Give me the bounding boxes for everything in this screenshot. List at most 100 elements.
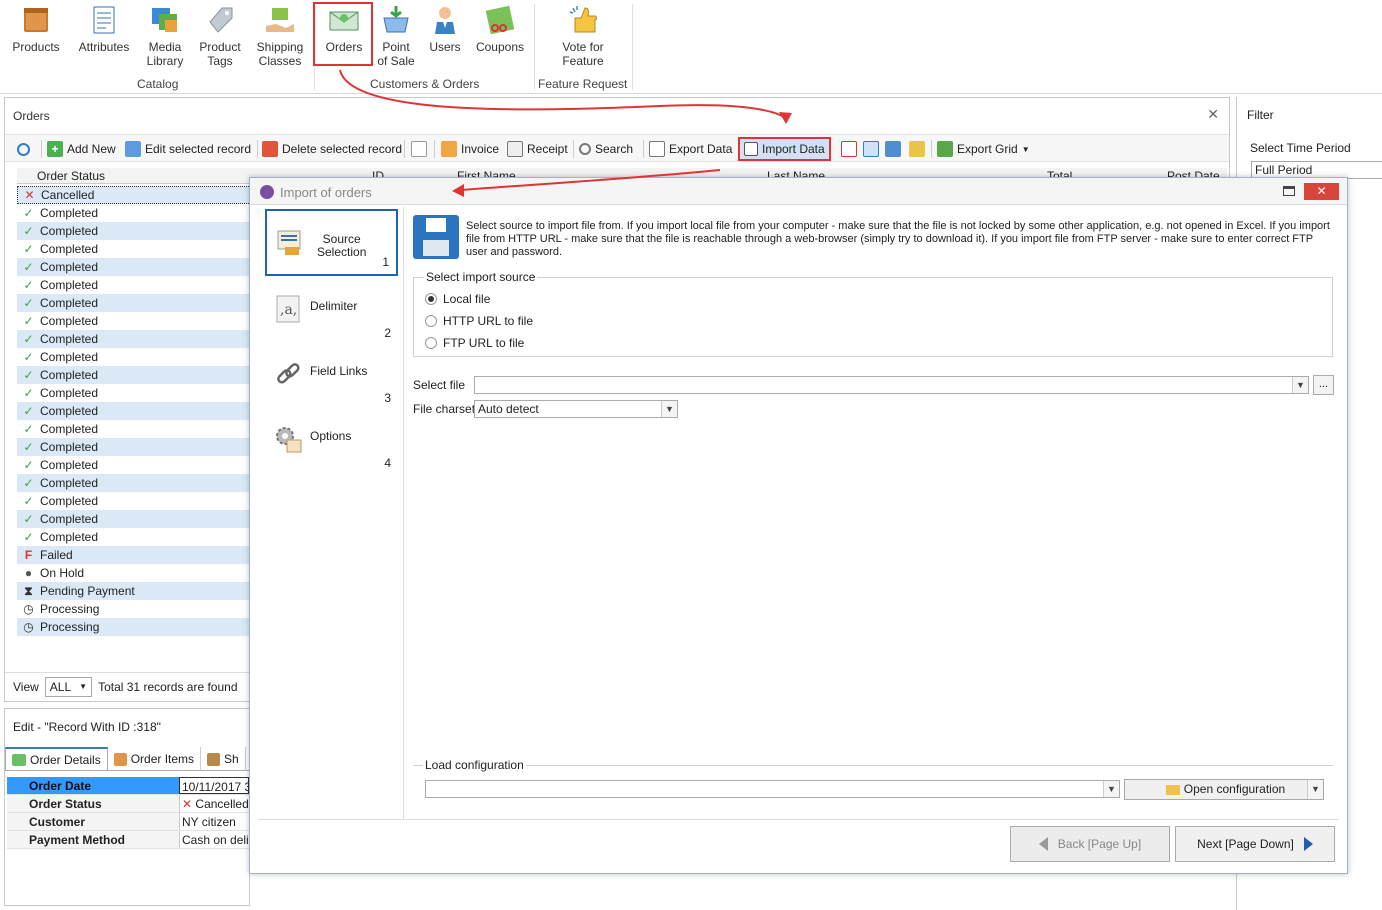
group-icon (909, 141, 925, 157)
filter-button[interactable] (885, 139, 901, 159)
step-source-selection[interactable]: Source Selection 1 (265, 209, 398, 276)
table-row[interactable]: ✕ Cancelled (17, 186, 251, 204)
maximize-icon[interactable] (1283, 186, 1295, 196)
property-row[interactable]: Customer NY citizen (7, 813, 249, 831)
next-button[interactable]: Next [Page Down] (1175, 826, 1335, 862)
tab-order-details[interactable]: Order Details (5, 747, 108, 771)
invoice-icon (441, 141, 457, 157)
table-row[interactable]: ✓ Completed (17, 474, 251, 492)
radio-button[interactable] (425, 293, 437, 305)
chevron-down-icon[interactable]: ▼ (1103, 781, 1119, 797)
products-button[interactable]: Products (8, 4, 64, 54)
select-file-input[interactable]: ▼ (474, 376, 1309, 394)
fit-columns-button[interactable] (863, 139, 879, 159)
order-status-cell: Completed (40, 350, 99, 364)
export-grid-button[interactable]: Export Grid ▼ (937, 139, 1030, 159)
cancelled-icon: ✕ (182, 797, 193, 811)
column-header-order-status[interactable]: Order Status (37, 169, 105, 183)
media-library-button[interactable]: Media Library (140, 4, 190, 68)
table-row[interactable]: ✓ Completed (17, 438, 251, 456)
chevron-down-icon[interactable]: ▼ (1307, 780, 1323, 799)
table-row[interactable]: ● On Hold (17, 564, 251, 582)
table-row[interactable]: ✓ Completed (17, 258, 251, 276)
import-source-group: Select import source Local file HTTP URL… (413, 270, 1333, 357)
radio-ftp-url[interactable]: FTP URL to file (425, 336, 524, 350)
check-icon: ✓ (23, 223, 34, 238)
close-button[interactable]: ✕ (1304, 183, 1339, 200)
property-row[interactable]: Order Status ✕ Cancelled (7, 795, 249, 813)
table-row[interactable]: ✓ Completed (17, 276, 251, 294)
order-status-cell: Pending Payment (40, 584, 135, 598)
delete-selected-button[interactable]: Delete selected record (262, 139, 402, 159)
search-button[interactable]: Search (579, 139, 633, 159)
back-button[interactable]: Back [Page Up] (1010, 826, 1170, 862)
radio-button[interactable] (425, 337, 437, 349)
table-row[interactable]: ✓ Completed (17, 240, 251, 258)
table-row[interactable]: ✓ Completed (17, 222, 251, 240)
table-row[interactable]: ✓ Completed (17, 330, 251, 348)
edit-selected-button[interactable]: Edit selected record (125, 139, 251, 159)
table-row[interactable]: ✓ Completed (17, 366, 251, 384)
vote-for-feature-button[interactable]: Vote for Feature (552, 4, 614, 68)
delimiter-icon: ,a, (276, 295, 300, 323)
table-row[interactable]: ✓ Completed (17, 204, 251, 222)
select-file-label: Select file (413, 378, 466, 392)
table-row[interactable]: ⧗ Pending Payment (17, 582, 251, 600)
chevron-down-icon[interactable]: ▼ (661, 401, 677, 417)
step-label: Source Selection (317, 232, 367, 259)
group-button[interactable] (909, 139, 925, 159)
time-period-label: Select Time Period (1250, 141, 1351, 155)
table-row[interactable]: ◷ Processing (17, 600, 251, 618)
product-tags-button[interactable]: Product Tags (194, 4, 246, 68)
table-row[interactable]: ✓ Completed (17, 420, 251, 438)
dialog-title: Import of orders (280, 185, 372, 200)
table-row[interactable]: ✓ Completed (17, 456, 251, 474)
point-of-sale-button[interactable]: Point of Sale (374, 4, 418, 68)
refresh-button[interactable] (17, 139, 30, 159)
chevron-down-icon: ▼ (1021, 144, 1030, 154)
step-field-links[interactable]: Field Links 3 (265, 343, 398, 410)
tab-shipping[interactable]: Sh (201, 747, 246, 771)
table-row[interactable]: ✓ Completed (17, 312, 251, 330)
check-icon: ✓ (23, 331, 34, 346)
invoice-button[interactable]: Invoice (441, 139, 499, 159)
filter-row-button[interactable] (841, 139, 857, 159)
table-row[interactable]: ✓ Completed (17, 510, 251, 528)
table-row[interactable]: F Failed (17, 546, 251, 564)
attributes-button[interactable]: Attributes (72, 4, 136, 54)
open-configuration-button[interactable]: Open configuration ▼ (1124, 779, 1324, 800)
browse-button[interactable]: ... (1313, 375, 1334, 395)
shipping-classes-button[interactable]: Shipping Classes (252, 4, 308, 68)
table-row[interactable]: ✓ Completed (17, 402, 251, 420)
tab-order-items[interactable]: Order Items (108, 747, 202, 771)
table-row[interactable]: ◷ Processing (17, 618, 251, 636)
export-data-button[interactable]: Export Data (649, 139, 732, 159)
receipt-button[interactable]: Receipt (507, 139, 568, 159)
columns-button[interactable] (411, 139, 427, 159)
table-row[interactable]: ✓ Completed (17, 348, 251, 366)
chevron-down-icon[interactable]: ▼ (1292, 377, 1308, 393)
radio-http-url[interactable]: HTTP URL to file (425, 314, 533, 328)
radio-button[interactable] (425, 315, 437, 327)
step-delimiter[interactable]: ,a, Delimiter 2 (265, 278, 398, 345)
table-row[interactable]: ✓ Completed (17, 528, 251, 546)
order-status-cell: Completed (40, 296, 99, 310)
order-properties: Order Date 10/11/2017 3: Order Status ✕ Ca… (7, 777, 249, 849)
import-data-button[interactable]: Import Data (738, 137, 831, 161)
order-status-cell: Completed (40, 494, 99, 508)
table-row[interactable]: ✓ Completed (17, 492, 251, 510)
users-button[interactable]: Users (424, 4, 466, 54)
step-options[interactable]: Options 4 (265, 408, 398, 475)
configuration-select[interactable]: ▼ (425, 780, 1120, 798)
close-icon[interactable]: ✕ (1207, 106, 1219, 123)
file-charset-select[interactable]: Auto detect ▼ (474, 400, 678, 418)
add-new-button[interactable]: + Add New (47, 139, 116, 159)
view-select[interactable]: ALL ▼ (44, 676, 93, 697)
order-status-cell: Completed (40, 530, 99, 544)
table-row[interactable]: ✓ Completed (17, 384, 251, 402)
property-row[interactable]: Payment MethodCash on delive (7, 831, 249, 849)
property-row[interactable]: Order Date 10/11/2017 3: (7, 777, 249, 795)
radio-local-file[interactable]: Local file (425, 292, 490, 306)
coupons-button[interactable]: Coupons (472, 4, 528, 54)
table-row[interactable]: ✓ Completed (17, 294, 251, 312)
